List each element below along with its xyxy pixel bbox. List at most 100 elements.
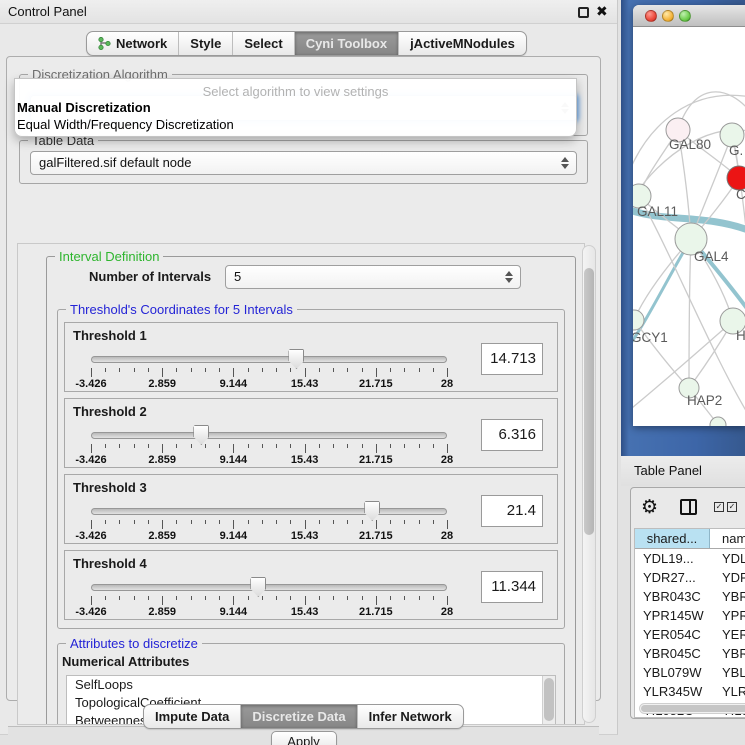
num-intervals-value: 5 — [234, 269, 241, 284]
network-node-label: H — [736, 328, 745, 343]
table-row[interactable]: YER054CYER0 — [635, 625, 745, 644]
table-row[interactable]: YLR345WYLR3 — [635, 682, 745, 701]
tick-label: 15.43 — [291, 378, 319, 390]
num-intervals-row: Number of Intervals 5 — [47, 257, 575, 297]
threshold-value-field[interactable]: 11.344 — [481, 571, 543, 603]
tick-label: 15.43 — [291, 606, 319, 618]
table-hscrollbar[interactable] — [639, 703, 745, 714]
threshold-row-3: Threshold 3-3.4262.8599.14415.4321.71528… — [64, 474, 558, 544]
control-panel-titlebar: Control Panel ✖ — [0, 0, 617, 24]
interval-definition-group: Interval Definition Number of Intervals … — [46, 256, 576, 725]
network-node-label: GAL4 — [694, 249, 729, 264]
tick-label: 28 — [441, 606, 453, 618]
attribute-item[interactable]: SelfLoops — [67, 676, 555, 694]
tab-jactivemnodules[interactable]: jActiveMNodules — [399, 32, 526, 55]
popup-item-manual-discretization[interactable]: Manual Discretization — [15, 99, 576, 116]
network-canvas[interactable]: GAL80G.CGAL11GAL4GCY1HHAP2 — [633, 27, 745, 426]
table-row[interactable]: YPR145WYPR1 — [635, 606, 745, 625]
tab-style[interactable]: Style — [179, 32, 233, 55]
select-all-checkbox-icon[interactable]: ✓ — [714, 502, 724, 512]
thresholds-container: Threshold 1-3.4262.8599.14415.4321.71528… — [58, 322, 564, 620]
apply-button[interactable]: Apply — [271, 731, 337, 745]
tab-network-label: Network — [116, 36, 167, 51]
algorithm-dropdown-popup: Select algorithm to view settings Manual… — [14, 78, 577, 137]
tick-label: 28 — [441, 378, 453, 390]
cyni-bottom-tabs: Impute Data Discretize Data Infer Networ… — [143, 704, 464, 729]
tick-label: 15.43 — [291, 454, 319, 466]
threshold-row-4: Threshold 4-3.4262.8599.14415.4321.71528… — [64, 550, 558, 620]
slider-thumb[interactable] — [250, 577, 266, 597]
table-row[interactable]: YBL079WYBL0 — [635, 663, 745, 682]
tick-label: 2.859 — [148, 454, 176, 466]
tick-label: 9.144 — [220, 378, 248, 390]
table-row[interactable]: YDL19...YDL1 — [635, 549, 745, 568]
cyni-toolbox-panel: Discretization Algorithm Table Data galF… — [6, 56, 601, 701]
control-panel: Control Panel ✖ Network Style Select Cyn… — [0, 0, 618, 735]
network-window-titlebar[interactable] — [633, 5, 745, 27]
combo-arrows-icon — [505, 271, 513, 283]
network-node-label: GAL80 — [669, 137, 711, 152]
tab-network[interactable]: Network — [87, 32, 179, 55]
attributes-scrollbar[interactable] — [542, 676, 555, 725]
network-window[interactable]: GAL80G.CGAL11GAL4GCY1HHAP2 — [633, 5, 745, 426]
tick-label: 21.715 — [359, 606, 393, 618]
columns-icon[interactable] — [680, 499, 697, 515]
slider-thumb[interactable] — [364, 501, 380, 521]
column-header-name[interactable]: name — [710, 529, 745, 548]
threshold-slider[interactable]: -3.4262.8599.14415.4321.71528 — [91, 551, 447, 621]
close-traffic-icon[interactable] — [645, 10, 657, 22]
threshold-slider[interactable]: -3.4262.8599.14415.4321.71528 — [91, 323, 447, 393]
table-row[interactable]: YDR27...YDR2 — [635, 568, 745, 587]
table-toolbar: ⚙ ✓ ✓ — [631, 488, 745, 528]
minimize-traffic-icon[interactable] — [662, 10, 674, 22]
network-node-label: G. — [729, 143, 743, 158]
tick-label: 2.859 — [148, 530, 176, 542]
tick-label: 9.144 — [220, 530, 248, 542]
tick-label: 28 — [441, 454, 453, 466]
tab-impute-data[interactable]: Impute Data — [144, 705, 241, 728]
tab-discretize-data[interactable]: Discretize Data — [241, 705, 357, 728]
slider-track[interactable] — [91, 356, 447, 363]
table-row[interactable]: YBR045CYBR0 — [635, 644, 745, 663]
table-data-combobox[interactable]: galFiltered.sif default node — [30, 151, 577, 175]
tab-infer-network[interactable]: Infer Network — [358, 705, 463, 728]
attributes-title: Attributes to discretize — [66, 636, 202, 651]
threshold-slider[interactable]: -3.4262.8599.14415.4321.71528 — [91, 399, 447, 469]
node-table: shared... name YDL19...YDL1YDR27...YDR2Y… — [634, 528, 745, 718]
network-edge[interactable] — [689, 239, 691, 388]
tick-label: 2.859 — [148, 606, 176, 618]
column-header-shared-name[interactable]: shared... — [635, 529, 710, 548]
tab-select[interactable]: Select — [233, 32, 294, 55]
table-panel: ⚙ ✓ ✓ shared... name YDL19...YDL1YDR27..… — [630, 487, 745, 719]
popup-item-equal-width-frequency[interactable]: Equal Width/Frequency Discretization — [15, 116, 576, 133]
network-node-label: C — [736, 187, 745, 202]
tick-label: 9.144 — [220, 454, 248, 466]
close-icon[interactable]: ✖ — [596, 3, 608, 20]
table-row[interactable]: YBR043CYBR0 — [635, 587, 745, 606]
threshold-slider[interactable]: -3.4262.8599.14415.4321.71528 — [91, 475, 447, 545]
threshold-value-field[interactable]: 21.4 — [481, 495, 543, 527]
zoom-traffic-icon[interactable] — [679, 10, 691, 22]
slider-track[interactable] — [91, 508, 447, 515]
panel-title: Control Panel — [8, 4, 87, 19]
tab-cyni-toolbox[interactable]: Cyni Toolbox — [295, 32, 399, 55]
float-window-icon[interactable] — [578, 7, 589, 18]
popup-header: Select algorithm to view settings — [15, 79, 576, 99]
slider-track[interactable] — [91, 584, 447, 591]
slider-thumb[interactable] — [288, 349, 304, 369]
tick-label: 21.715 — [359, 378, 393, 390]
threshold-value-field[interactable]: 6.316 — [481, 419, 543, 451]
unselect-all-checkbox-icon[interactable]: ✓ — [727, 502, 737, 512]
table-rows: YDL19...YDL1YDR27...YDR2YBR043CYBR0YPR14… — [635, 549, 745, 718]
num-intervals-combobox[interactable]: 5 — [225, 265, 521, 289]
tick-label: -3.426 — [75, 378, 106, 390]
settings-scrollbar[interactable] — [582, 245, 596, 723]
tick-label: -3.426 — [75, 606, 106, 618]
table-panel-bar: Table Panel — [621, 456, 745, 486]
slider-track[interactable] — [91, 432, 447, 439]
gear-icon[interactable]: ⚙ — [641, 496, 658, 518]
control-panel-tabs: Network Style Select Cyni Toolbox jActiv… — [86, 31, 527, 56]
threshold-value-field[interactable]: 14.713 — [481, 343, 543, 375]
network-icon — [98, 37, 111, 50]
slider-thumb[interactable] — [193, 425, 209, 445]
